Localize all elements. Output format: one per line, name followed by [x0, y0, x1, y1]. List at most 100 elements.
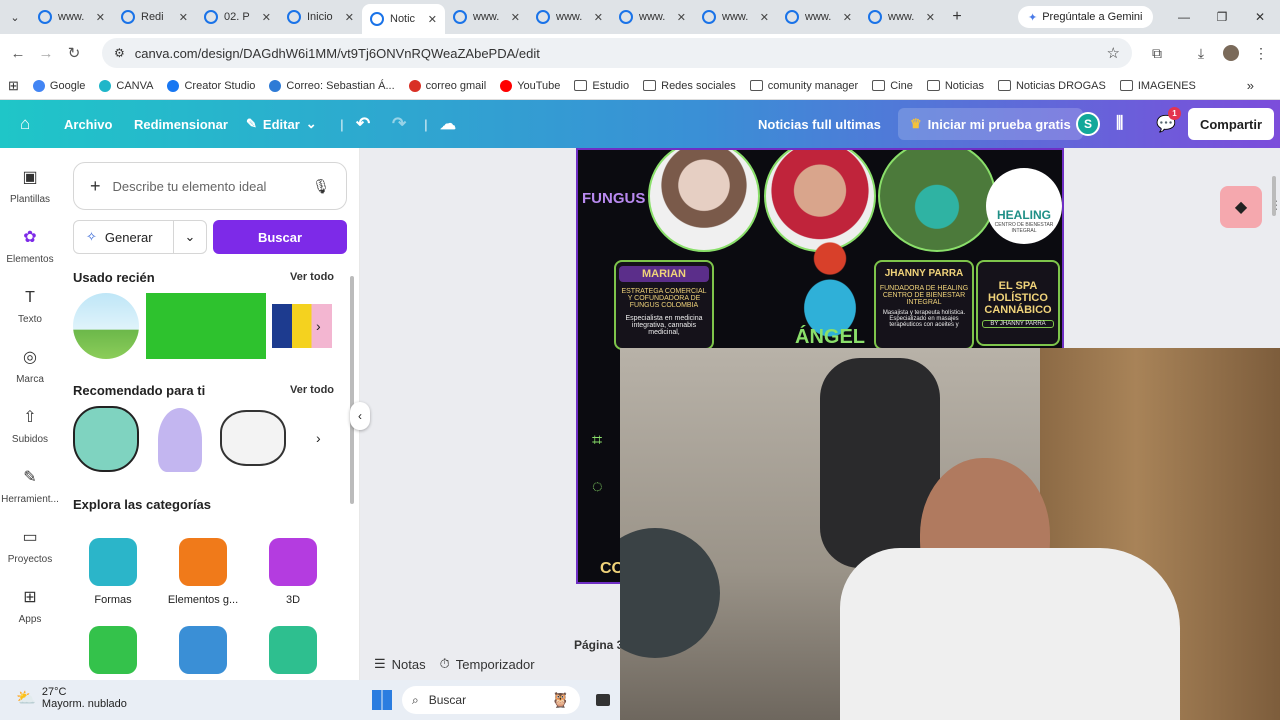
maximize-button[interactable]: ❐: [1204, 0, 1240, 34]
edit-menu[interactable]: ✎ Editar ⌄: [246, 116, 317, 132]
bookmark-item[interactable]: Estudio: [574, 80, 629, 92]
browser-tab[interactable]: www. ✕: [860, 0, 943, 34]
close-tab-icon[interactable]: ✕: [677, 11, 686, 24]
more-bookmarks-icon[interactable]: »: [1247, 78, 1254, 93]
bookmark-item[interactable]: Correo: Sebastian Á...: [269, 79, 395, 92]
category-tile[interactable]: [163, 626, 243, 682]
resize-menu[interactable]: Redimensionar: [134, 117, 228, 132]
bookmark-item[interactable]: IMAGENES: [1119, 80, 1196, 92]
rail-item-herramient[interactable]: ✎ Herramient...: [0, 468, 60, 505]
task-view-icon[interactable]: [596, 694, 610, 706]
close-window-button[interactable]: ✕: [1242, 0, 1278, 34]
bookmark-star-icon[interactable]: ☆: [1107, 44, 1120, 62]
generate-button[interactable]: ✧ Generar ⌄: [73, 220, 207, 254]
recent-item-landscape[interactable]: [73, 293, 139, 359]
bookmark-item[interactable]: Google: [32, 79, 85, 92]
bookmark-item[interactable]: Cine: [872, 80, 913, 92]
close-tab-icon[interactable]: ✕: [843, 11, 852, 24]
timer-button[interactable]: ⏱ Temporizador: [440, 656, 535, 672]
browser-tab[interactable]: www. ✕: [528, 0, 611, 34]
close-tab-icon[interactable]: ✕: [179, 11, 188, 24]
close-tab-icon[interactable]: ✕: [760, 11, 769, 24]
microphone-icon[interactable]: 🎙: [312, 178, 330, 195]
windows-start-icon[interactable]: [372, 690, 392, 710]
browser-tab[interactable]: www. ✕: [694, 0, 777, 34]
search-button[interactable]: Buscar: [213, 220, 347, 254]
magic-side-button[interactable]: ◆: [1220, 186, 1262, 228]
file-menu[interactable]: Archivo: [64, 117, 112, 132]
close-tab-icon[interactable]: ✕: [511, 11, 520, 24]
start-trial-button[interactable]: ♛ Iniciar mi prueba gratis: [898, 108, 1083, 140]
browser-tab[interactable]: Notic ✕: [362, 4, 445, 34]
plus-icon[interactable]: +: [90, 176, 101, 197]
gemini-button[interactable]: ✦ Pregúntale a Gemini: [1018, 6, 1153, 28]
browser-tab[interactable]: www. ✕: [777, 0, 860, 34]
close-tab-icon[interactable]: ✕: [594, 11, 603, 24]
rail-item-marca[interactable]: ◎ Marca: [0, 348, 60, 385]
bookmark-item[interactable]: Noticias DROGAS: [997, 80, 1106, 92]
element-search-input[interactable]: + Describe tu elemento ideal 🎙: [73, 162, 347, 210]
rail-item-plantillas[interactable]: ▣ Plantillas: [0, 168, 60, 205]
redo-icon[interactable]: ↷: [392, 114, 406, 134]
undo-icon[interactable]: ↶: [356, 114, 370, 134]
browser-tab[interactable]: Inicio ✕: [279, 0, 362, 34]
bookmark-item[interactable]: Redes sociales: [643, 80, 736, 92]
close-tab-icon[interactable]: ✕: [345, 11, 354, 24]
stage-scrollbar[interactable]: [1272, 176, 1276, 216]
rail-item-proyectos[interactable]: ▭ Proyectos: [0, 528, 60, 565]
panel-scrollbar[interactable]: [350, 276, 354, 504]
profile-avatar[interactable]: [1216, 34, 1246, 72]
recommended-see-all-link[interactable]: Ver todo: [290, 384, 334, 396]
rail-item-texto[interactable]: T Texto: [0, 288, 60, 325]
category-tile[interactable]: [73, 626, 153, 682]
taskbar-search[interactable]: ⌕ Buscar 🦉: [402, 686, 580, 714]
recent-item-flag[interactable]: [272, 304, 332, 348]
rail-item-elementos[interactable]: ✿ Elementos: [0, 228, 60, 265]
new-tab-button[interactable]: +: [943, 8, 971, 26]
bookmark-item[interactable]: YouTube: [500, 79, 560, 92]
recent-next-arrow[interactable]: ›: [316, 318, 321, 334]
category-tile[interactable]: [253, 626, 333, 682]
recommended-item-blob[interactable]: [73, 406, 139, 472]
recent-item-green-rect[interactable]: [146, 293, 266, 359]
minimize-button[interactable]: —: [1166, 0, 1202, 34]
recent-see-all-link[interactable]: Ver todo: [290, 271, 334, 283]
rail-item-subidos[interactable]: ⇧ Subidos: [0, 408, 60, 445]
collapse-panel-button[interactable]: ‹: [350, 402, 370, 430]
rail-item-apps[interactable]: ⊞ Apps: [0, 588, 60, 625]
bookmark-item[interactable]: CANVA: [99, 79, 153, 92]
close-tab-icon[interactable]: ✕: [262, 11, 271, 24]
url-field[interactable]: ⚙ canva.com/design/DAGdhW6i1MM/vt9Tj6ONV…: [102, 38, 1132, 68]
generate-dropdown-icon[interactable]: ⌄: [174, 229, 206, 245]
category-tile[interactable]: 3D: [253, 538, 333, 606]
forward-icon[interactable]: →: [32, 45, 60, 62]
extensions-icon[interactable]: ⧉: [1142, 34, 1172, 72]
close-tab-icon[interactable]: ✕: [926, 11, 935, 24]
close-tab-icon[interactable]: ✕: [96, 11, 105, 24]
weather-widget[interactable]: ⛅ 27°C Mayorm. nublado: [16, 686, 127, 710]
category-tile[interactable]: Formas: [73, 538, 153, 606]
recommended-item-meditation[interactable]: [158, 408, 202, 472]
bookmark-item[interactable]: comunity manager: [749, 80, 858, 92]
cloud-save-icon[interactable]: ☁: [440, 114, 456, 134]
document-title[interactable]: Noticias full ultimas: [758, 117, 881, 132]
download-icon[interactable]: ⤓: [1186, 34, 1216, 72]
reload-icon[interactable]: ↻: [60, 44, 88, 62]
bookmark-item[interactable]: correo gmail: [408, 79, 486, 92]
close-tab-icon[interactable]: ✕: [428, 13, 437, 26]
tab-search-icon[interactable]: ⌄: [0, 0, 30, 34]
recommended-next-arrow[interactable]: ›: [316, 430, 321, 446]
share-button[interactable]: Compartir: [1188, 108, 1274, 140]
bookmark-item[interactable]: Creator Studio: [167, 79, 255, 92]
browser-tab[interactable]: www. ✕: [30, 0, 113, 34]
browser-menu-icon[interactable]: ⋮: [1246, 34, 1276, 72]
site-info-icon[interactable]: ⚙: [114, 46, 125, 60]
notes-button[interactable]: ☰ Notas: [374, 656, 426, 672]
browser-tab[interactable]: www. ✕: [611, 0, 694, 34]
back-icon[interactable]: ←: [4, 45, 32, 62]
user-avatar[interactable]: S: [1076, 112, 1100, 136]
stats-icon[interactable]: ⫼: [1116, 115, 1123, 133]
browser-tab[interactable]: www. ✕: [445, 0, 528, 34]
browser-tab[interactable]: Redi ✕: [113, 0, 196, 34]
recommended-item-bunny[interactable]: [220, 410, 286, 466]
